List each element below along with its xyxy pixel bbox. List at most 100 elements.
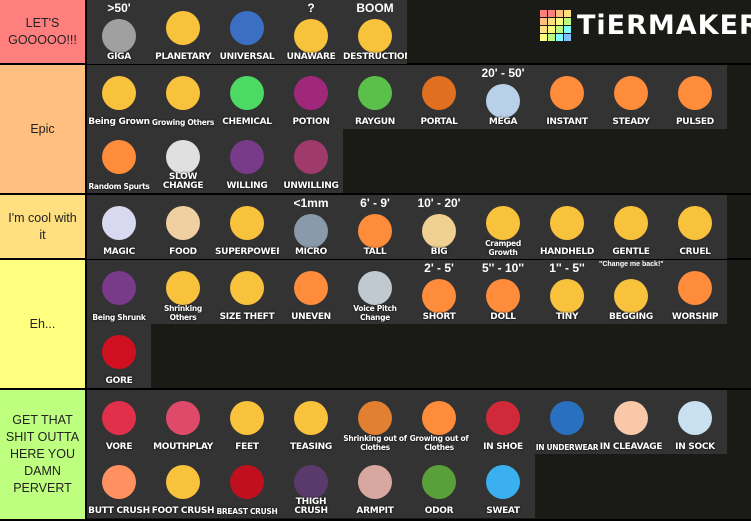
tier-item[interactable]: TEASING (279, 390, 343, 454)
tier-items: VORE MOUTHPLAY FEET TEASING Shrinking out of… (87, 390, 737, 519)
logo-grid-cell (540, 10, 547, 17)
peach-icon (102, 465, 136, 499)
tier-item[interactable]: WILLING (215, 129, 279, 193)
logo-grid-cell (548, 10, 555, 17)
tier-item[interactable]: ARMPIT (343, 454, 407, 518)
item-label: VORE (105, 442, 133, 452)
clothes-pile-icon (358, 401, 392, 435)
tier-item[interactable]: 5'' - 10'' DOLL (471, 260, 535, 324)
tier-item[interactable]: IN SHOE (471, 390, 535, 454)
tier-item[interactable]: BOOM DESTRUCTION (343, 0, 407, 64)
tier-row: GET THAT SHIT OUTTA HERE YOU DAMN PERVER… (0, 390, 751, 521)
tier-item[interactable]: Growing out of Clothes (407, 390, 471, 454)
item-label: Being Shrunk (92, 313, 146, 322)
tier-item[interactable]: HANDHELD (535, 195, 599, 259)
foot-icon (230, 401, 264, 435)
tier-item[interactable]: PORTAL (407, 65, 471, 129)
tier-item[interactable]: ? UNAWARE (279, 0, 343, 64)
tier-item[interactable]: Shrinking out of Clothes (343, 390, 407, 454)
logo-grid-cell (556, 34, 563, 41)
sock-icon (678, 401, 712, 435)
item-caption: >50' (107, 1, 131, 15)
tier-item[interactable]: BUTT CRUSH (87, 454, 151, 518)
tier-item[interactable]: POTION (279, 65, 343, 129)
item-label: PLANETARY (155, 52, 211, 62)
tier-item[interactable]: <1mm MICRO (279, 195, 343, 259)
tier-item[interactable]: MAGIC (87, 195, 151, 259)
tier-item[interactable]: PULSED (663, 65, 727, 129)
tier-item[interactable]: STEADY (599, 65, 663, 129)
tier-item[interactable]: Being Shrunk (87, 260, 151, 324)
tier-item[interactable]: Voice Pitch Change (343, 260, 407, 324)
tier-item[interactable]: Cramped Growth (471, 195, 535, 259)
tier-item[interactable]: PLANETARY (151, 0, 215, 64)
tier-item[interactable]: CRUEL (663, 195, 727, 259)
tier-item[interactable]: UNEVEN (279, 260, 343, 324)
item-label: POTION (292, 117, 330, 127)
logo-text: TiERMAKER (577, 10, 751, 41)
nauseated-face-icon (422, 465, 456, 499)
item-label: Voice Pitch Change (353, 304, 397, 322)
tier-item[interactable]: UNIVERSAL (215, 0, 279, 64)
tier-item[interactable]: 6' - 9' TALL (343, 195, 407, 259)
tier-item[interactable]: SLOW CHANGE (151, 129, 215, 193)
tier-item[interactable]: THIGH CRUSH (279, 454, 343, 518)
item-label: TALL (363, 247, 387, 257)
tier-label[interactable]: GET THAT SHIT OUTTA HERE YOU DAMN PERVER… (0, 390, 87, 519)
tier-label[interactable]: Eh... (0, 260, 87, 388)
tier-item[interactable]: UNWILLING (279, 129, 343, 193)
tier-item[interactable]: SIZE THEFT (215, 260, 279, 324)
tier-item[interactable]: Growing Others (151, 65, 215, 129)
item-label: MEGA (488, 117, 518, 127)
tier-item[interactable]: CHEMICAL (215, 65, 279, 129)
tier-row: Eh... Being Shrunk Shrinking Others SIZE TH… (0, 260, 751, 390)
raygun-icon (358, 76, 392, 110)
tier-item[interactable]: 2' - 5' SHORT (407, 260, 471, 324)
item-label: GIGA (107, 52, 131, 62)
tier-item[interactable]: Shrinking Others (151, 260, 215, 324)
tier-item[interactable]: Random Spurts (87, 129, 151, 193)
tier-item[interactable]: FOOT CRUSH (151, 454, 215, 518)
tier-item[interactable]: FEET (215, 390, 279, 454)
tier-item[interactable]: "Change me back!" "Please!!" BEGGING (599, 260, 663, 324)
item-label: TINY (555, 312, 579, 322)
thigh-icon (294, 465, 328, 499)
tier-item[interactable]: IN SOCK (663, 390, 727, 454)
tier-item[interactable]: ODOR (407, 454, 471, 518)
tier-item[interactable]: IN CLEAVAGE (599, 390, 663, 454)
logo-grid-icon (540, 10, 571, 41)
tier-item[interactable]: SUPERPOWER (215, 195, 279, 259)
tier-item[interactable]: Being Grown (87, 65, 151, 129)
tier-item[interactable]: 1'' - 5'' TINY (535, 260, 599, 324)
tier-item[interactable]: SWEAT (471, 454, 535, 518)
tier-item[interactable]: BREAST CRUSH (215, 454, 279, 518)
tier-item[interactable]: 10' - 20' BIG (407, 195, 471, 259)
tier-item[interactable]: IN UNDERWEAR (535, 390, 599, 454)
tier-item[interactable]: 20' - 50' MEGA (471, 65, 535, 129)
item-label: Growing Others (151, 118, 215, 127)
item-caption: 20' - 50' (481, 66, 525, 80)
tier-item[interactable]: VORE (87, 390, 151, 454)
tier-label[interactable]: Epic (0, 65, 87, 193)
foot-icon (166, 465, 200, 499)
item-caption: ? (307, 1, 315, 15)
tier-item[interactable]: WORSHIP (663, 260, 727, 324)
tier-item[interactable]: RAYGUN (343, 65, 407, 129)
cake-icon (166, 206, 200, 240)
mouse-megaphone-icon (358, 271, 392, 305)
item-label: ARMPIT (356, 506, 394, 516)
tier-item[interactable]: GENTLE (599, 195, 663, 259)
item-label: CRUEL (679, 247, 711, 257)
tier-item[interactable]: INSTANT (535, 65, 599, 129)
item-label: HANDHELD (540, 247, 594, 257)
tier-label[interactable]: LET'S GOOOOO!!! (0, 0, 87, 63)
tier-item[interactable]: >50' GIGA (87, 0, 151, 64)
item-label: Being Grown (88, 117, 150, 127)
item-label: INSTANT (546, 117, 588, 127)
person-icon (294, 271, 328, 305)
tier-label[interactable]: I'm cool with it (0, 195, 87, 258)
tier-item[interactable]: MOUTHPLAY (151, 390, 215, 454)
tier-item[interactable]: FOOD (151, 195, 215, 259)
tier-item[interactable]: GORE (87, 324, 151, 388)
blushing-face-icon (102, 76, 136, 110)
